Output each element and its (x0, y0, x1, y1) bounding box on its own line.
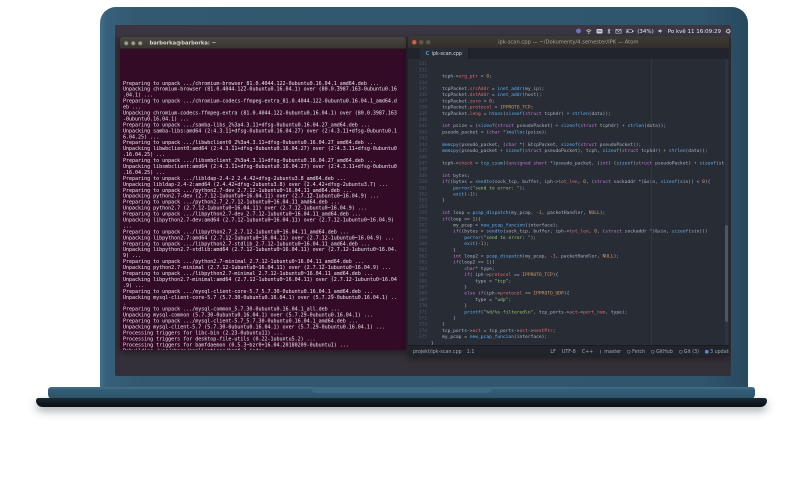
terminal-line: Rebuilding /usr/share/applications/bamf-… (123, 348, 406, 350)
status-segment[interactable]: Git (3) (678, 349, 699, 354)
laptop-screen: (34%) Po kvě 11 16:09:29 barborka@barbor… (115, 25, 731, 376)
github-icon (651, 349, 655, 354)
terminal-line: Unpacking libwbclient0:amd64 (2:4.3.11+d… (123, 146, 397, 152)
status-segment[interactable]: UTF-8 (562, 349, 576, 355)
tab-ipk-scan[interactable]: C ipk-scan.cpp (419, 48, 469, 59)
cursor-position[interactable]: 1:1 (467, 349, 475, 355)
c-file-icon: C (425, 50, 430, 57)
terminal-line: Unpacking chromium-browser (81.0.4044.12… (123, 86, 397, 93)
atom-titlebar[interactable]: ipk-scan.cpp — ~/Dokumenty/4.semester/IP… (408, 36, 729, 48)
volume-icon[interactable] (658, 29, 663, 34)
close-button[interactable] (412, 39, 417, 45)
terminal-line: Unpacking libpython2.7-dev:amd64 (2.7.12… (123, 217, 394, 224)
editor-code-lines: tcph->urg_ptr = 0; tcpPacket.srcAddr = i… (431, 59, 729, 345)
maximize-button[interactable] (138, 40, 143, 46)
laptop-lid-notch (310, 387, 493, 393)
code-line: tcph->check = tcp_csum((unsigned short *… (431, 160, 725, 166)
git-icon (678, 349, 683, 354)
terminal-output[interactable]: Preparing to unpack .../chromium-browser… (120, 49, 406, 350)
terminal-window-buttons (124, 40, 143, 46)
atom-title: ipk-scan.cpp — ~/Dokumenty/4.semester/IP… (498, 39, 639, 45)
tab-bar: C ipk-scan.cpp (408, 48, 729, 59)
mail-icon[interactable] (615, 28, 622, 34)
status-segment[interactable]: master (599, 349, 621, 354)
session-gear-icon[interactable] (725, 28, 732, 34)
battery-percentage: (34%) (637, 27, 654, 35)
sync-icon (627, 349, 631, 354)
terminal-line: Unpacking libpython2.7-minimal:amd64 (2.… (123, 276, 397, 283)
atom-window: ipk-scan.cpp — ~/Dokumenty/4.semester/IP… (408, 36, 729, 356)
terminal-line: Preparing to unpack .../samba-libs_2%3a4… (123, 122, 370, 128)
line-number: 375 (418, 334, 427, 340)
status-segment[interactable]: GitHub (651, 349, 673, 354)
status-segment[interactable]: LF (550, 349, 555, 355)
atom-window-buttons (412, 39, 431, 45)
activity-icon[interactable] (576, 28, 582, 34)
status-bar: projekt/ipk-scan.cpp 1:1 LF UTF-8 C++ ma… (408, 345, 729, 356)
terminal-title: barborka@barborka: ~ (149, 40, 217, 46)
battery-icon[interactable] (626, 29, 634, 33)
terminal-line: Unpacking mysql-client-core-5.7 (5.7.30-… (123, 294, 397, 301)
minimize-button[interactable] (419, 39, 424, 45)
update-icon (705, 349, 709, 354)
keyboard-layout-icon[interactable] (596, 28, 603, 34)
terminal-titlebar[interactable]: barborka@barborka: ~ (120, 37, 406, 49)
file-path[interactable]: projekt/ipk-scan.cpp (413, 349, 462, 355)
editor-scrollbar[interactable] (725, 59, 728, 345)
status-segment[interactable]: Fetch (627, 349, 645, 354)
laptop-base-front-edge (36, 398, 767, 407)
terminal-line: Unpacking libpython2.7-stdlib:amd64 (2.7… (123, 247, 397, 253)
editor-gutter: 3303313323333343353363373383393403413423… (408, 59, 431, 345)
terminal-line: Unpacking libpython2.7:amd64 (2.7.12-1ub… (123, 235, 394, 241)
minimize-button[interactable] (131, 40, 136, 46)
status-segment[interactable]: C++ (582, 349, 593, 355)
terminal-line: Unpacking libsmbclient:amd64 (2:4.3.11+d… (123, 164, 397, 170)
wifi-icon[interactable] (586, 28, 593, 34)
terminal-line: Unpacking libldap-2.4-2:amd64 (2.4.42+df… (123, 181, 388, 188)
terminal-line: Preparing to unpack .../chromium-codecs-… (123, 98, 397, 105)
scrollbar-thumb[interactable] (725, 224, 728, 323)
terminal-line: Preparing to unpack .../mysql-client-cor… (123, 288, 373, 295)
terminal-window: barborka@barborka: ~ Preparing to unpack… (120, 37, 406, 350)
tab-label: ipk-scan.cpp (431, 50, 462, 57)
status-segment[interactable]: 3 updates (705, 349, 729, 354)
clock[interactable]: Po kvě 11 16:09:29 (668, 28, 721, 35)
code-line: memcpy(pseudo_packet + sizeof(struct pse… (442, 148, 708, 154)
bluetooth-icon[interactable] (607, 28, 611, 34)
terminal-line: Unpacking samba-libs:amd64 (2:4.3.11+dfs… (123, 128, 397, 134)
branch-icon (599, 349, 603, 354)
close-button[interactable] (124, 40, 129, 46)
wrap-guide (651, 59, 652, 345)
code-editor[interactable]: 3303313323333343353363373383393403413423… (408, 59, 729, 345)
